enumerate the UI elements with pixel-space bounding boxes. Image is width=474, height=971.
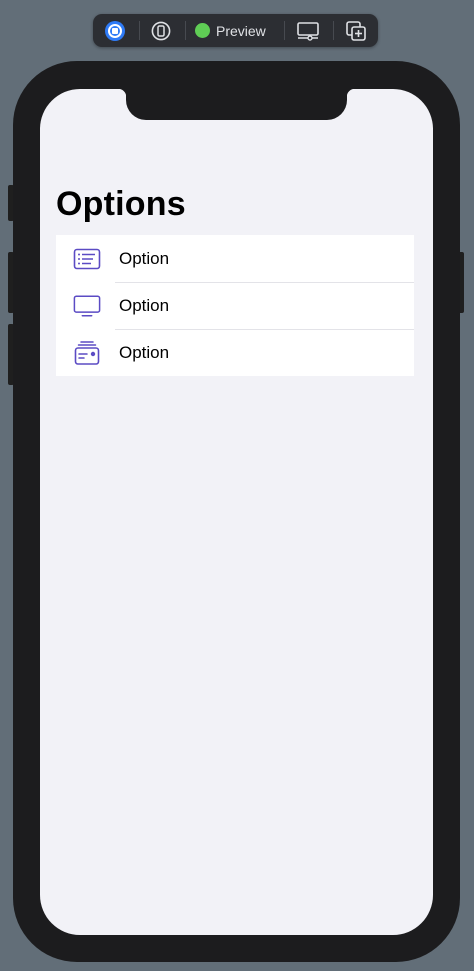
list-icon	[73, 245, 101, 273]
list-item-label: Option	[119, 295, 170, 315]
device-settings-button[interactable]	[295, 14, 321, 47]
list-item[interactable]: Option	[56, 329, 414, 376]
list-item[interactable]: Option	[56, 235, 414, 282]
wallet-icon	[73, 339, 101, 367]
preview-mode-button[interactable]: Preview	[195, 14, 275, 47]
list-item-label: Option	[119, 342, 170, 362]
duplicate-preview-icon	[346, 20, 366, 41]
preview-toolbar: Preview	[93, 14, 378, 47]
list-item-label: Option	[119, 248, 170, 268]
toolbar-divider	[333, 21, 334, 40]
toolbar-divider	[139, 21, 140, 40]
device-screen: Options Option Option Option	[40, 89, 433, 935]
device-button[interactable]	[149, 14, 173, 47]
duplicate-preview-button[interactable]	[343, 14, 369, 47]
live-preview-icon	[105, 20, 125, 41]
preview-status-icon	[195, 23, 210, 38]
list-item[interactable]: Option	[56, 282, 414, 329]
device-settings-icon	[297, 21, 319, 41]
live-preview-button[interactable]	[103, 14, 127, 47]
device-frame: Options Option Option Option	[13, 61, 460, 962]
preview-label: Preview	[216, 22, 266, 39]
notch	[118, 89, 355, 120]
page-title: Options	[56, 185, 186, 223]
toolbar-divider	[185, 21, 186, 40]
options-list: Option Option Option	[56, 235, 414, 376]
device-icon	[151, 21, 171, 40]
display-icon	[73, 292, 101, 320]
toolbar-divider	[284, 21, 285, 40]
